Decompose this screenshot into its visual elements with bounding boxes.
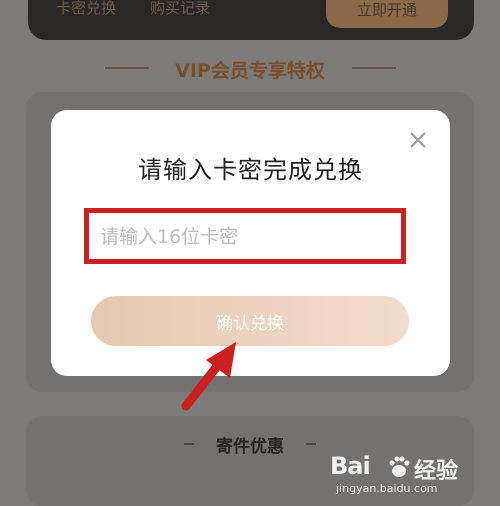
watermark-logo: Bai — [330, 452, 371, 480]
confirm-redeem-button[interactable]: 确认兑换 — [91, 296, 409, 346]
open-now-button[interactable]: 立即开通 — [326, 0, 448, 28]
vip-privileges-title: VIP会员专享特权 — [175, 60, 325, 82]
watermark-brand: 经验 — [414, 459, 459, 484]
tab-purchase-history[interactable]: 购买记录 — [150, 0, 210, 22]
input-highlight-box — [84, 208, 406, 264]
tab-card-redeem[interactable]: 卡密兑换 — [56, 0, 116, 22]
watermark-url: jingyan.baidu.com — [336, 482, 438, 495]
section2-right-dash — [306, 443, 316, 445]
close-icon[interactable] — [406, 128, 430, 152]
annotation-arrow-icon — [181, 342, 236, 411]
dialog-title: 请输入卡密完成兑换 — [138, 156, 363, 184]
section-title-right-line — [352, 67, 396, 69]
baidu-watermark: Bai 经验 jingyan.baidu.com — [330, 452, 495, 498]
paw-icon — [389, 456, 410, 477]
